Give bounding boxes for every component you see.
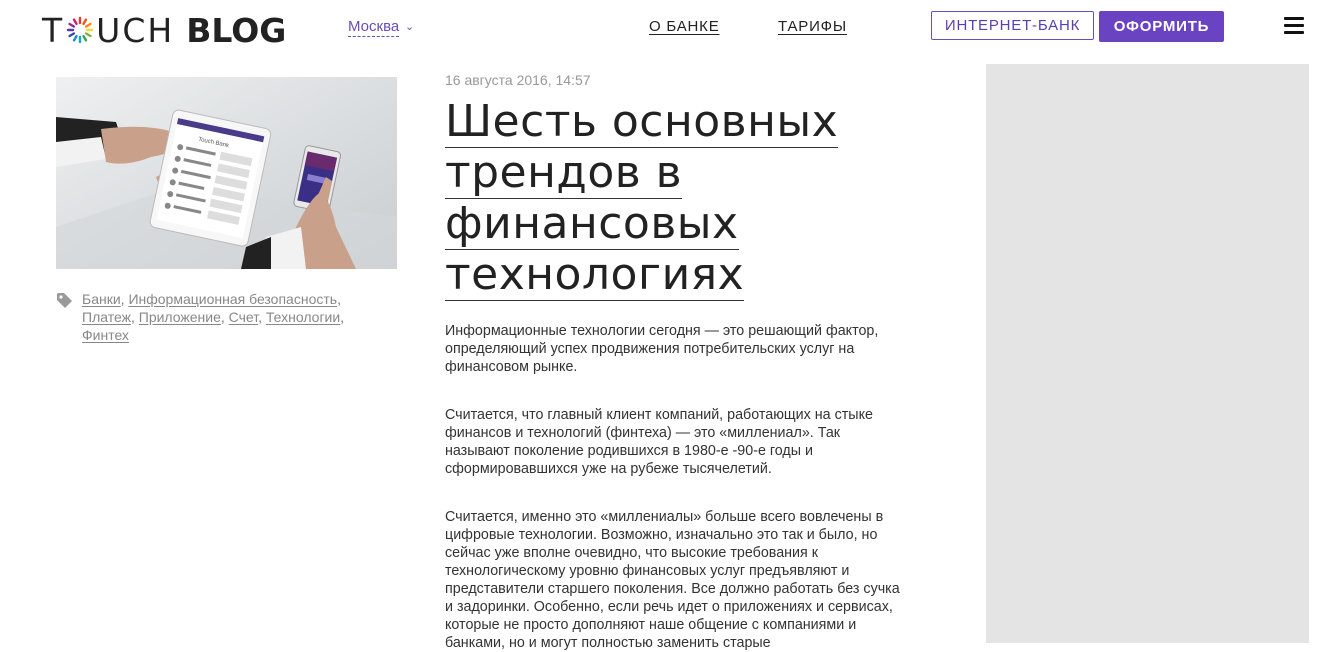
apply-button[interactable]: ОФОРМИТЬ bbox=[1099, 11, 1224, 42]
tag-icon bbox=[57, 293, 72, 308]
internet-bank-button[interactable]: ИНТЕРНЕТ-БАНК bbox=[931, 11, 1094, 40]
logo-text-t: T bbox=[42, 10, 65, 50]
tag-link-infosec[interactable]: Информационная безопасность bbox=[128, 291, 337, 307]
article-hero-image[interactable]: Touch Bank bbox=[56, 77, 397, 269]
article-paragraph: Информационные технологии сегодня — это … bbox=[445, 323, 879, 375]
ad-placeholder-panel bbox=[986, 64, 1309, 643]
tag-list: Банки, Информационная безопасность, Плат… bbox=[82, 291, 345, 343]
tablet-phone-hands-illustration: Touch Bank bbox=[56, 77, 397, 269]
title-line[interactable]: технологиях bbox=[445, 249, 745, 301]
logo[interactable]: T UCH BLOG bbox=[42, 10, 286, 50]
title-line[interactable]: финансовых bbox=[445, 198, 739, 250]
tag-link-technologies[interactable]: Технологии bbox=[266, 309, 340, 325]
article-paragraph: Считается, именно это «миллениалы» больш… bbox=[445, 509, 900, 651]
title-line[interactable]: Шесть основных bbox=[445, 96, 839, 148]
city-selector[interactable]: Москва bbox=[348, 18, 400, 37]
nav-tariffs[interactable]: ТАРИФЫ bbox=[778, 17, 847, 37]
tag-link-payment[interactable]: Платеж bbox=[82, 309, 131, 325]
article-paragraph: Считается, что главный клиент компаний, … bbox=[445, 407, 873, 477]
article-title[interactable]: Шесть основных трендов в финансовых техн… bbox=[445, 96, 905, 301]
tag-link-account[interactable]: Счет bbox=[229, 309, 258, 325]
article-date: 16 августа 2016, 14:57 bbox=[445, 72, 591, 88]
nav-about-bank[interactable]: О БАНКЕ bbox=[649, 17, 720, 37]
chevron-down-icon[interactable]: ⌄ bbox=[405, 18, 414, 36]
title-line[interactable]: трендов в bbox=[445, 147, 683, 199]
tag-link-banks[interactable]: Банки bbox=[82, 291, 121, 307]
logo-text-uch: UCH bbox=[96, 10, 175, 50]
tag-link-fintech[interactable]: Финтех bbox=[82, 327, 129, 343]
hamburger-menu-icon[interactable] bbox=[1284, 17, 1304, 35]
logo-text-blog: BLOG bbox=[186, 10, 287, 50]
tag-link-app[interactable]: Приложение bbox=[139, 309, 221, 325]
logo-sunburst-icon bbox=[66, 16, 94, 44]
